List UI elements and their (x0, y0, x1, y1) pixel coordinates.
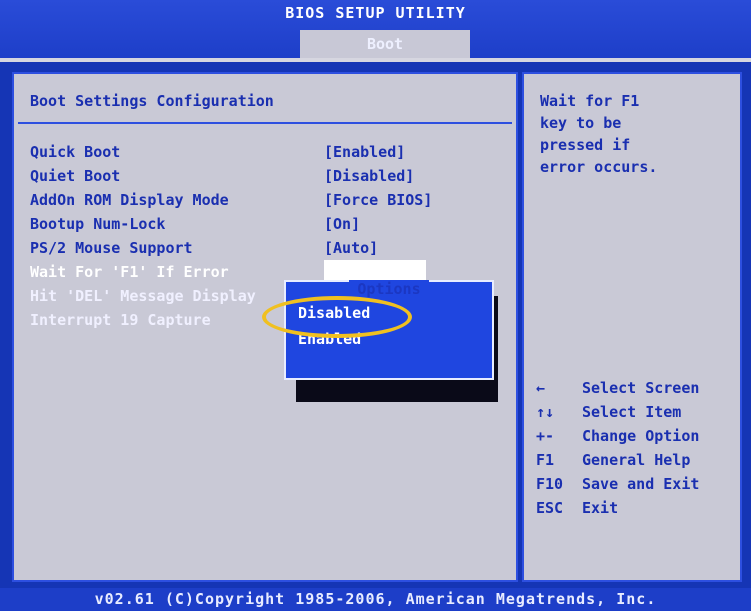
setting-label: Bootup Num-Lock (30, 215, 166, 233)
key-desc: Change Option (582, 427, 700, 445)
tab-boot[interactable]: Boot (300, 30, 470, 58)
key-name: F10 (536, 475, 564, 493)
help-pane: Wait for F1 key to be pressed if error o… (522, 72, 742, 582)
setting-value[interactable]: [Enabled] (324, 140, 405, 164)
setting-value[interactable]: [Force BIOS] (324, 188, 432, 212)
key-desc: Exit (582, 499, 619, 517)
utility-title: BIOS SETUP UTILITY (285, 4, 466, 22)
key-desc: Select Item (582, 403, 682, 421)
key-row: ↑↓ Select Item (536, 400, 736, 424)
setting-ps2-mouse-support[interactable]: PS/2 Mouse Support [Auto] (30, 236, 378, 260)
title-bar: BIOS SETUP UTILITY Boot (0, 0, 751, 60)
key-name: ↑↓ (536, 403, 555, 421)
setting-label: Hit 'DEL' Message Display (30, 287, 256, 305)
key-desc: Save and Exit (582, 475, 700, 493)
setting-value[interactable]: [Auto] (324, 236, 378, 260)
setting-quiet-boot[interactable]: Quiet Boot [Disabled] (30, 164, 414, 188)
setting-label: AddOn ROM Display Mode (30, 191, 229, 209)
copyright-footer: v02.61 (C)Copyright 1985-2006, American … (0, 588, 751, 611)
setting-label: Quiet Boot (30, 167, 121, 185)
key-name: ← (536, 379, 546, 397)
help-text: Wait for F1 key to be pressed if error o… (540, 92, 658, 176)
section-divider (18, 122, 512, 124)
key-row: F1 General Help (536, 448, 736, 472)
key-row: ESC Exit (536, 496, 736, 520)
tab-divider (0, 58, 751, 62)
setting-value[interactable]: [On] (324, 212, 360, 236)
setting-wait-for-f1[interactable]: Wait For 'F1' If Error [Disabled] (30, 260, 427, 284)
setting-addon-rom-display-mode[interactable]: AddOn ROM Display Mode [Force BIOS] (30, 188, 432, 212)
setting-label: Quick Boot (30, 143, 121, 161)
key-desc: General Help (582, 451, 691, 469)
highlight-ring (262, 296, 412, 338)
key-row: ← Select Screen (536, 376, 736, 400)
key-desc: Select Screen (582, 379, 700, 397)
popup-title: Options (286, 280, 492, 298)
popup-title-text: Options (349, 280, 429, 298)
setting-label: PS/2 Mouse Support (30, 239, 193, 257)
section-title: Boot Settings Configuration (30, 92, 274, 110)
bios-screen: BIOS SETUP UTILITY Boot Boot Settings Co… (0, 0, 751, 611)
setting-value[interactable]: [Disabled] (324, 164, 414, 188)
setting-label: Wait For 'F1' If Error (30, 263, 229, 281)
key-name: ESC (536, 499, 564, 517)
setting-bootup-num-lock[interactable]: Bootup Num-Lock [On] (30, 212, 360, 236)
setting-interrupt-19-capture[interactable]: Interrupt 19 Capture (30, 308, 211, 332)
setting-quick-boot[interactable]: Quick Boot [Enabled] (30, 140, 405, 164)
key-name: F1 (536, 451, 555, 469)
setting-label: Interrupt 19 Capture (30, 311, 211, 329)
key-legend: ← Select Screen ↑↓ Select Item +- Change Op… (536, 376, 736, 520)
key-row: F10 Save and Exit (536, 472, 736, 496)
key-row: +- Change Option (536, 424, 736, 448)
setting-hit-del-message[interactable]: Hit 'DEL' Message Display (30, 284, 256, 308)
key-name: +- (536, 427, 555, 445)
